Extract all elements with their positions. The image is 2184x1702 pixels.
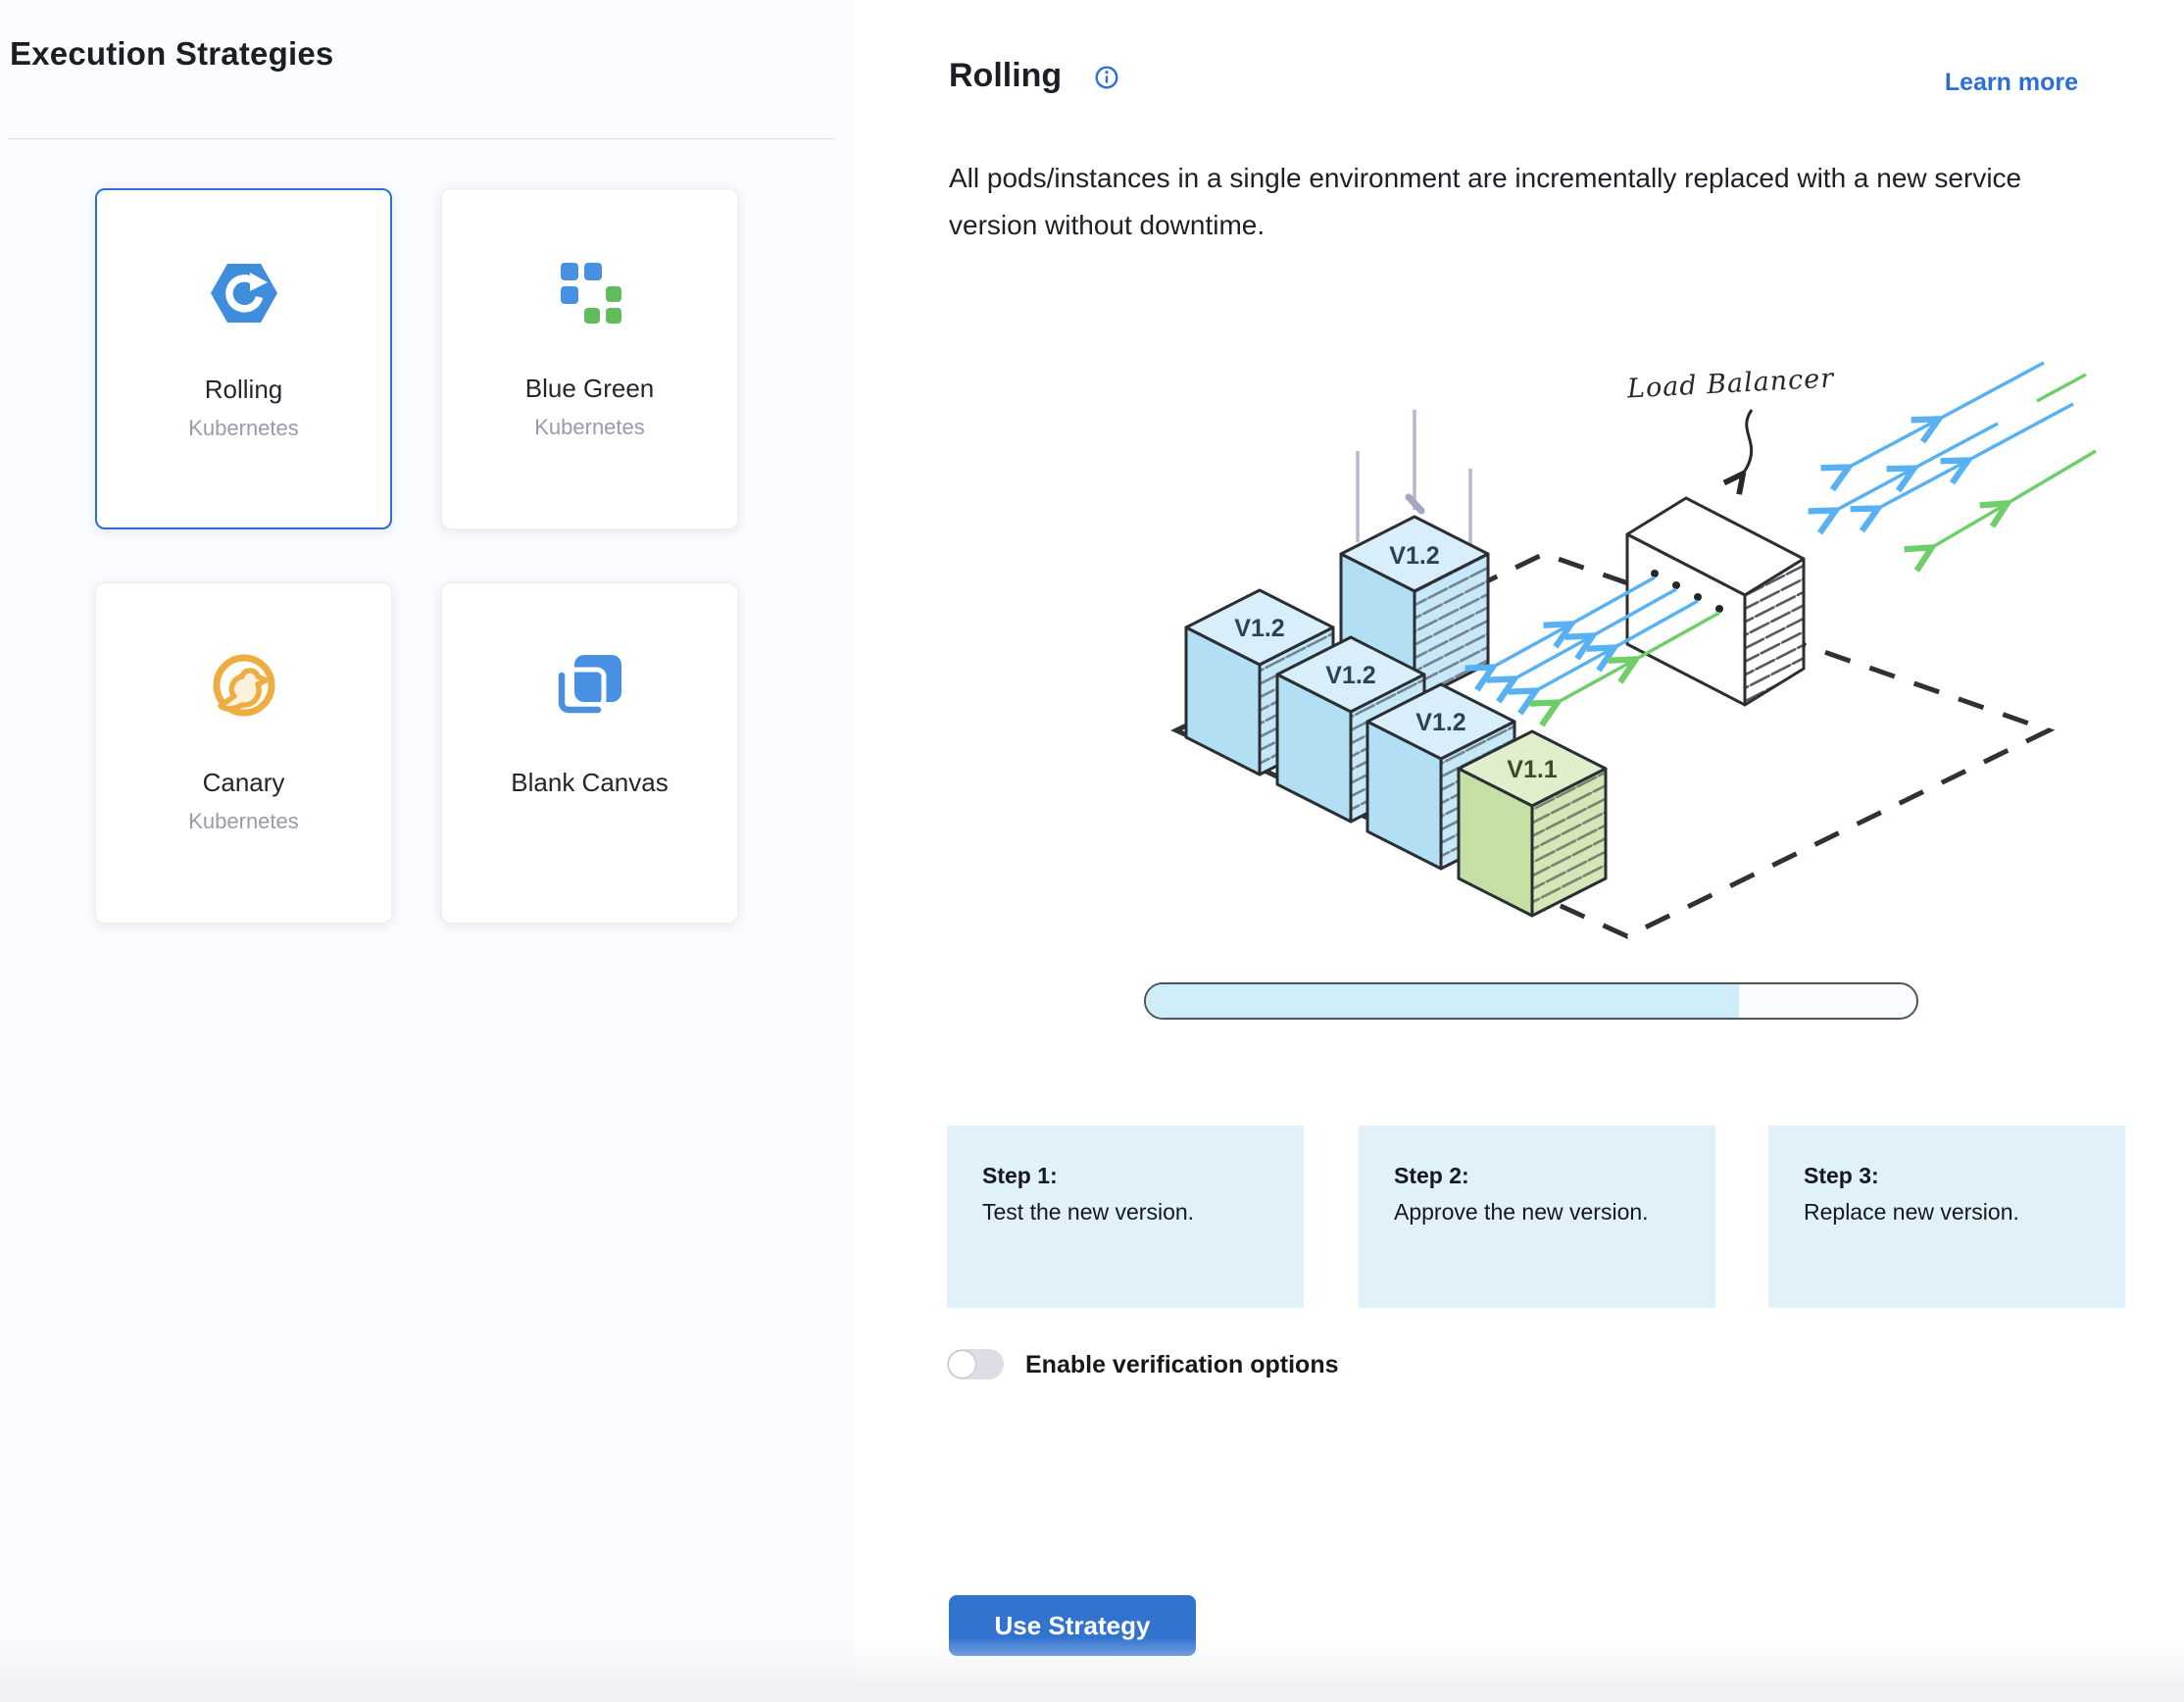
bottom-strip	[0, 1682, 2184, 1702]
card-sublabel: Kubernetes	[442, 415, 737, 440]
page-title: Execution Strategies	[10, 35, 333, 73]
card-label: Rolling	[97, 375, 390, 405]
step-card-1: Step 1: Test the new version.	[947, 1126, 1304, 1308]
step-text: Approve the new version.	[1394, 1199, 1686, 1226]
verification-toggle-label: Enable verification options	[1025, 1351, 1339, 1379]
pod-version-label: V1.2	[1325, 662, 1375, 689]
step-title: Step 2:	[1394, 1163, 1686, 1189]
card-sublabel: Kubernetes	[97, 416, 390, 441]
divider	[8, 138, 835, 139]
execution-strategies-panel: Execution Strategies Rolling Kubernetes	[0, 0, 855, 1702]
step-card-2: Step 2: Approve the new version.	[1359, 1126, 1715, 1308]
step-text: Replace new version.	[1804, 1199, 2096, 1226]
step-text: Test the new version.	[982, 1199, 1274, 1226]
strategy-detail-title: Rolling	[949, 57, 1062, 95]
load-balancer-label: Load Balancer	[1625, 363, 1836, 404]
strategy-card-blank-canvas[interactable]: Blank Canvas	[441, 582, 738, 924]
step-title: Step 3:	[1804, 1163, 2096, 1189]
strategy-description: All pods/instances in a single environme…	[949, 155, 2101, 249]
pod-version-label: V1.2	[1234, 615, 1284, 642]
rollout-progress-bar	[1144, 982, 1918, 1020]
bottom-fade	[0, 1637, 2184, 1682]
pod-version-label: V1.2	[1389, 542, 1439, 570]
strategy-card-rolling[interactable]: Rolling Kubernetes	[95, 188, 392, 529]
card-sublabel: Kubernetes	[96, 809, 391, 834]
step-title: Step 1:	[982, 1163, 1274, 1189]
strategy-card-blue-green[interactable]: Blue Green Kubernetes	[441, 188, 738, 529]
blank-canvas-icon	[442, 652, 737, 721]
info-icon[interactable]	[1094, 65, 1119, 90]
pod-old-version-label: V1.1	[1507, 756, 1558, 783]
learn-more-link[interactable]: Learn more	[1945, 69, 2078, 97]
pod-version-label: V1.2	[1415, 709, 1465, 736]
strategy-card-canary[interactable]: Canary Kubernetes	[95, 582, 392, 924]
rolling-update-icon	[97, 259, 390, 327]
card-label: Blue Green	[442, 374, 737, 404]
rolling-strategy-illustration: V1.2 V1.2 V1.2 V1.2 V1.1	[1157, 353, 2098, 985]
blue-green-squares-icon	[442, 258, 737, 326]
canary-bird-icon	[96, 652, 391, 721]
verification-toggle[interactable]	[947, 1349, 1004, 1379]
card-label: Blank Canvas	[442, 768, 737, 798]
step-card-3: Step 3: Replace new version.	[1768, 1126, 2125, 1308]
toggle-knob	[948, 1350, 976, 1378]
incoming-traffic-arrows	[1833, 363, 2096, 549]
progress-fill	[1146, 984, 1739, 1018]
card-label: Canary	[96, 768, 391, 798]
